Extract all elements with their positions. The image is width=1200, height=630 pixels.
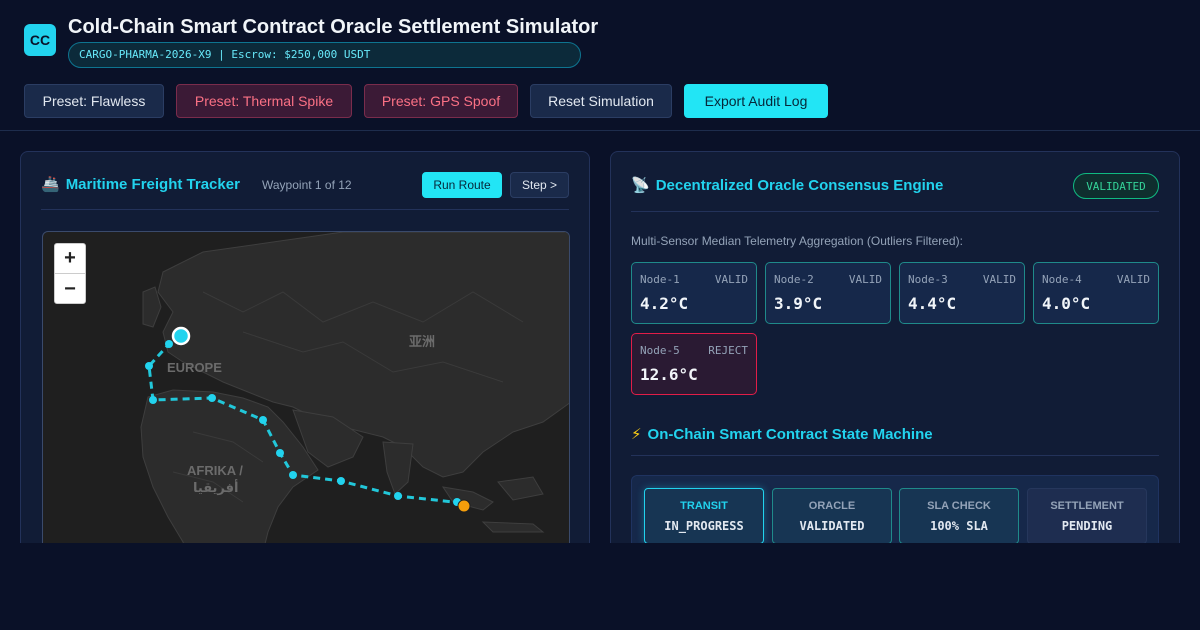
lightning-icon: ⚡ bbox=[631, 426, 642, 443]
waypoint-2 bbox=[165, 340, 173, 348]
preset-flawless-button[interactable]: Preset: Flawless bbox=[24, 84, 164, 118]
state-label: ORACLE bbox=[808, 500, 856, 512]
node-status: VALID bbox=[714, 273, 748, 286]
state-value: 100% SLA bbox=[930, 519, 988, 533]
reset-simulation-button[interactable]: Reset Simulation bbox=[530, 84, 672, 118]
node-status: VALID bbox=[848, 273, 882, 286]
waypoint-7 bbox=[276, 449, 284, 457]
oracle-divider bbox=[631, 211, 1159, 212]
freight-tracker-title-text: Maritime Freight Tracker bbox=[65, 176, 240, 193]
preset-gps-spoof-button[interactable]: Preset: GPS Spoof bbox=[364, 84, 518, 118]
map-label-africa: AFRIKA / bbox=[187, 463, 243, 478]
java-shape bbox=[481, 521, 545, 533]
oracle-node-card: Node-1 VALID 4.2°C bbox=[631, 262, 757, 324]
map-label-africa-arabic: أفريقيا bbox=[193, 479, 238, 496]
node-name: Node-3 bbox=[908, 273, 948, 286]
waypoint-4 bbox=[149, 396, 157, 404]
aggregation-description: Multi-Sensor Median Telemetry Aggregatio… bbox=[631, 234, 963, 248]
app-header: CC Cold-Chain Smart Contract Oracle Sett… bbox=[0, 0, 1200, 131]
oracle-status-badge: VALIDATED bbox=[1073, 173, 1159, 199]
state-machine-title-text: On-Chain Smart Contract State Machine bbox=[647, 426, 933, 443]
map-label-europe: EUROPE bbox=[167, 360, 222, 375]
oracle-consensus-panel: 📡 Decentralized Oracle Consensus Engine … bbox=[610, 151, 1180, 571]
run-route-button[interactable]: Run Route bbox=[422, 172, 502, 198]
vessel-position-marker bbox=[171, 326, 191, 346]
node-name: Node-5 bbox=[640, 344, 680, 357]
state-label: SETTLEMENT bbox=[1050, 500, 1124, 512]
node-status: REJECT bbox=[708, 344, 748, 357]
node-name: Node-1 bbox=[640, 273, 680, 286]
node-name: Node-4 bbox=[1042, 273, 1082, 286]
export-audit-log-button[interactable]: Export Audit Log bbox=[684, 84, 828, 118]
node-temperature: 12.6°C bbox=[640, 365, 698, 384]
contract-info-badge: CARGO-PHARMA-2026-X9 | Escrow: $250,000 … bbox=[68, 42, 581, 68]
borneo-shape bbox=[497, 476, 544, 501]
state-value: PENDING bbox=[1061, 519, 1113, 533]
state-machine-divider bbox=[631, 455, 1159, 456]
india-shape bbox=[382, 441, 414, 495]
oracle-node-card: Node-2 VALID 3.9°C bbox=[765, 262, 891, 324]
node-status: VALID bbox=[1116, 273, 1150, 286]
waypoint-10 bbox=[394, 492, 402, 500]
app-logo: CC bbox=[24, 24, 56, 56]
state-step-sla-check: SLA CHECK 100% SLA bbox=[899, 488, 1019, 544]
oracle-node-card-rejected: Node-5 REJECT 12.6°C bbox=[631, 333, 757, 395]
node-temperature: 3.9°C bbox=[774, 294, 823, 313]
oracle-node-card: Node-4 VALID 4.0°C bbox=[1033, 262, 1159, 324]
oracle-engine-title: 📡 Decentralized Oracle Consensus Engine bbox=[631, 177, 943, 194]
waypoint-6 bbox=[259, 416, 267, 424]
preset-thermal-spike-button[interactable]: Preset: Thermal Spike bbox=[176, 84, 352, 118]
landmass-layer bbox=[140, 232, 569, 570]
node-temperature: 4.4°C bbox=[908, 294, 957, 313]
app-title: Cold-Chain Smart Contract Oracle Settlem… bbox=[68, 16, 599, 38]
state-step-oracle: ORACLE VALIDATED bbox=[772, 488, 892, 544]
map-zoom-control: + − bbox=[54, 243, 86, 304]
ship-icon: 🚢 bbox=[41, 176, 60, 193]
oracle-node-card: Node-3 VALID 4.4°C bbox=[899, 262, 1025, 324]
state-value: VALIDATED bbox=[799, 519, 865, 533]
zoom-in-button[interactable]: + bbox=[55, 244, 85, 274]
oracle-engine-title-text: Decentralized Oracle Consensus Engine bbox=[655, 177, 944, 194]
state-step-settlement: SETTLEMENT PENDING bbox=[1027, 488, 1147, 544]
tracker-divider bbox=[41, 209, 569, 210]
waypoint-9 bbox=[337, 477, 345, 485]
node-name: Node-2 bbox=[774, 273, 814, 286]
destination-marker bbox=[457, 499, 471, 513]
waypoint-5 bbox=[208, 394, 216, 402]
node-temperature: 4.0°C bbox=[1042, 294, 1091, 313]
state-label: TRANSIT bbox=[680, 500, 728, 512]
map-label-asia: 亚洲 bbox=[409, 335, 435, 350]
waypoint-3 bbox=[145, 362, 153, 370]
map-canvas: EUROPE 亚洲 AFRIKA / أفريقيا bbox=[140, 232, 569, 570]
waypoint-counter: Waypoint 1 of 12 bbox=[262, 178, 352, 192]
state-step-transit: TRANSIT IN_PROGRESS bbox=[644, 488, 764, 544]
viewport-fold bbox=[0, 543, 1200, 630]
node-temperature: 4.2°C bbox=[640, 294, 689, 313]
node-status: VALID bbox=[982, 273, 1016, 286]
freight-tracker-panel: 🚢 Maritime Freight Tracker Waypoint 1 of… bbox=[20, 151, 590, 571]
waypoint-8 bbox=[289, 471, 297, 479]
freight-tracker-title: 🚢 Maritime Freight Tracker bbox=[41, 176, 240, 193]
step-button[interactable]: Step > bbox=[510, 172, 569, 198]
route-map[interactable]: EUROPE 亚洲 AFRIKA / أفريقيا + − bbox=[42, 231, 570, 570]
state-label: SLA CHECK bbox=[927, 500, 991, 512]
zoom-out-button[interactable]: − bbox=[55, 274, 85, 304]
state-machine-title: ⚡ On-Chain Smart Contract State Machine bbox=[631, 426, 933, 443]
satellite-icon: 📡 bbox=[631, 177, 650, 194]
state-value: IN_PROGRESS bbox=[664, 519, 744, 533]
